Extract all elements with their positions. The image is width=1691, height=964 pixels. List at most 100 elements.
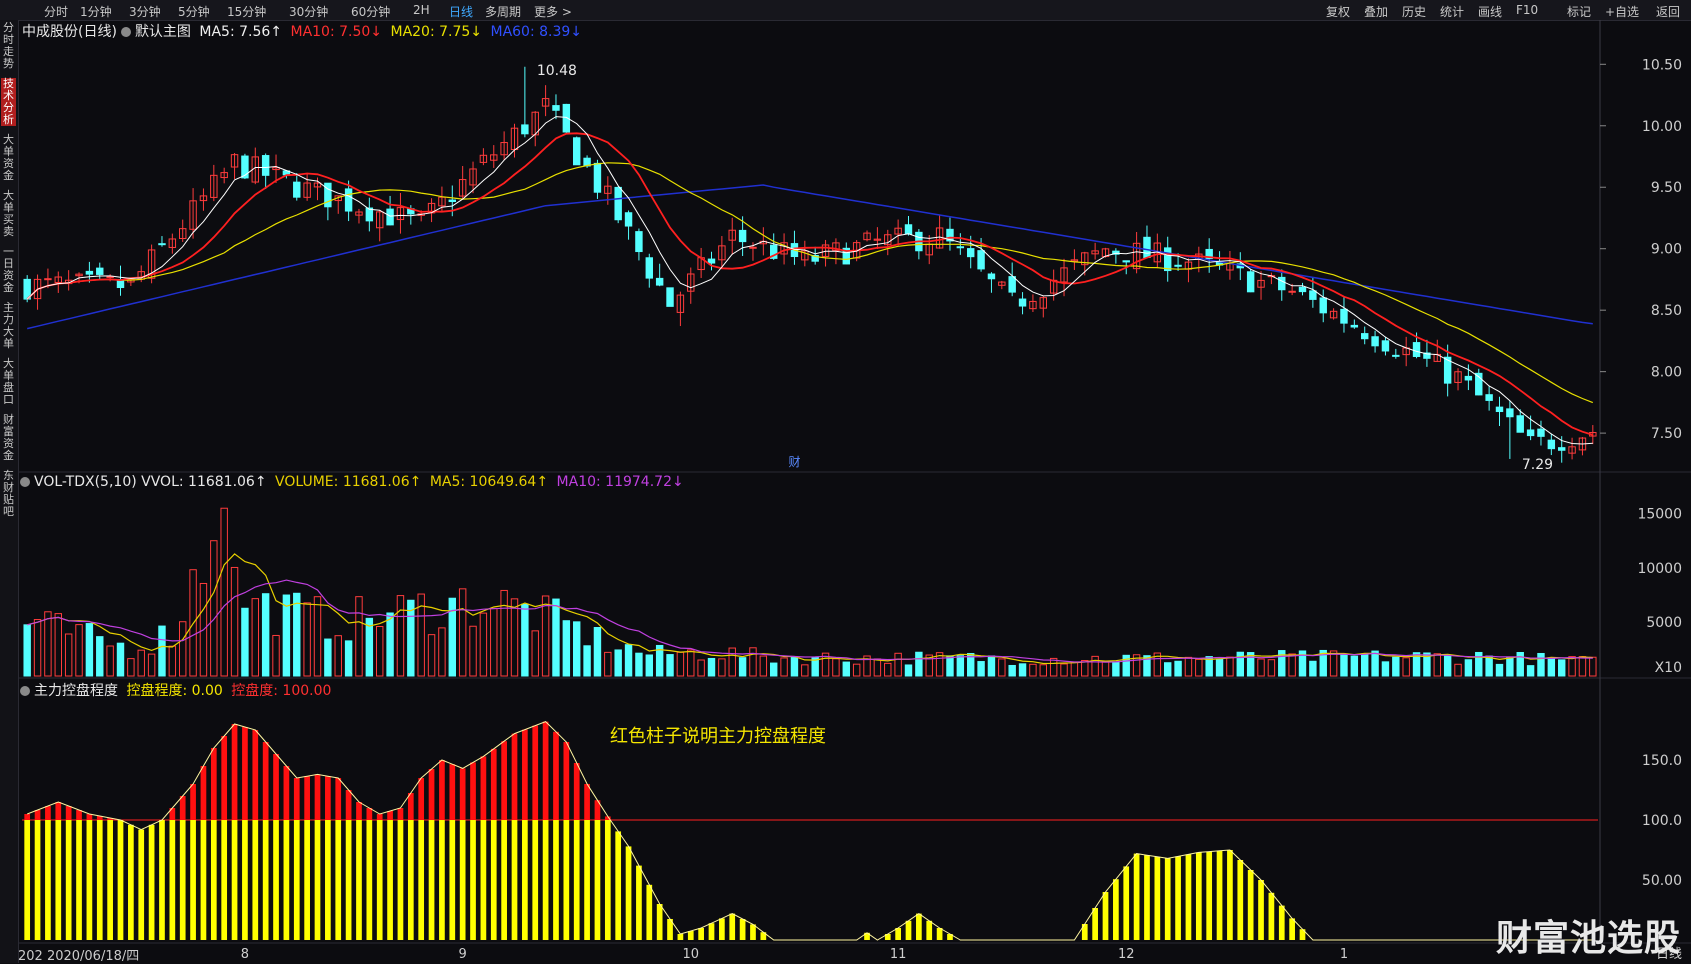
volume-bar	[1174, 660, 1182, 677]
ctrl-bar-yellow	[1185, 854, 1192, 940]
volume-bar	[396, 595, 405, 677]
volume-bar	[801, 664, 809, 677]
ctrl-bar-red	[428, 769, 435, 820]
volume-bar	[1060, 663, 1068, 677]
volume-bar	[1018, 663, 1027, 677]
ctrl-bar-red	[501, 741, 507, 820]
ma60-line	[27, 184, 1593, 330]
candle-body	[977, 250, 985, 270]
volume-bar	[956, 655, 965, 677]
ctrl-bar-yellow	[335, 820, 342, 940]
volume-bar	[1195, 658, 1203, 677]
volume-bar	[1475, 651, 1483, 677]
ctrl-bar-red	[34, 810, 41, 820]
ctrl-bar-yellow	[159, 820, 165, 940]
volume-bar	[572, 621, 581, 677]
vol-tick-label: 5000	[1646, 615, 1682, 631]
ctrl-bar-yellow	[604, 820, 611, 940]
volume-bar	[147, 653, 156, 677]
candle-body	[386, 208, 394, 226]
candle-body	[1298, 286, 1307, 293]
volume-bar	[313, 596, 322, 677]
volume-bar	[178, 621, 187, 677]
volume-bar	[1350, 655, 1359, 677]
collapse-icon[interactable]	[20, 477, 30, 487]
x-tick-label: 10	[682, 947, 699, 962]
cursor-date: 202 2020/06/18/四	[18, 949, 140, 964]
volume-bar	[386, 612, 394, 677]
ctrl-bar-red	[459, 768, 466, 820]
volume-bar	[1039, 664, 1048, 677]
volume-bar	[1091, 655, 1099, 677]
ctrl-bar-red	[480, 756, 487, 820]
volume-bar	[158, 625, 166, 677]
ctrl-bar-yellow	[65, 820, 72, 940]
template-label[interactable]: 默认主图	[135, 24, 191, 40]
ctrl-bar-yellow	[553, 820, 559, 940]
ctrl-bar-red	[190, 784, 196, 820]
candle-body	[1319, 297, 1327, 314]
candle-body	[614, 186, 622, 221]
ctrl-bar-yellow	[439, 820, 445, 940]
ctrl-bar-yellow	[1113, 879, 1119, 940]
candle-body	[1174, 264, 1182, 267]
candle-body	[1288, 290, 1296, 293]
ctrl-bar-yellow	[1289, 918, 1295, 940]
ctrl-bar-yellow	[584, 820, 590, 940]
ctrl-bar-yellow	[594, 820, 601, 940]
candle-body	[1547, 439, 1556, 450]
ctrl-bar-red	[439, 760, 445, 820]
volume-bar	[33, 619, 42, 677]
ctrl-bar-yellow	[24, 820, 31, 940]
volume-bar	[894, 652, 902, 677]
ctrl-bar-yellow	[490, 820, 497, 940]
volume-bar	[1184, 656, 1193, 677]
volume-bar	[873, 658, 882, 677]
ctrl-bar-yellow	[729, 913, 736, 940]
vol-tick-label: 15000	[1637, 507, 1682, 523]
ma5-label: MA5: 7.56↑	[199, 24, 283, 40]
volume-bar	[1485, 655, 1493, 677]
candle-body	[1008, 276, 1016, 293]
candle-body	[261, 155, 270, 176]
volume-bar	[1112, 661, 1120, 677]
ctrl-bar-yellow	[418, 820, 425, 940]
volume-bar	[168, 645, 177, 677]
ctrl-bar-yellow	[314, 820, 321, 940]
volume-bar	[769, 662, 778, 677]
ctrl-bar-red	[86, 814, 93, 820]
volume-bar	[407, 599, 415, 677]
settings-icon[interactable]	[120, 27, 131, 37]
volume-bar	[220, 507, 228, 677]
candle-body	[655, 277, 664, 286]
annotation-text: 红色柱子说明主力控盘程度	[610, 726, 826, 747]
volume-bar	[562, 620, 571, 677]
ctrl-bar-red	[511, 733, 518, 820]
candle-body	[1557, 447, 1566, 451]
volume-bar	[687, 649, 695, 677]
volume-bar	[718, 658, 726, 677]
ctrl-bar-red	[179, 796, 186, 820]
x-tick-label: 8	[241, 947, 249, 962]
volume-bar	[1464, 659, 1473, 677]
volume-bar	[282, 594, 291, 677]
ctrl-bar-yellow	[221, 820, 228, 940]
volume-bar	[1443, 654, 1452, 677]
collapse-icon[interactable]	[20, 686, 30, 696]
volume-bar	[593, 627, 602, 677]
ctrl-bar-yellow	[138, 829, 145, 940]
ctrl-bar-yellow	[325, 820, 331, 940]
ctrl-bar-yellow	[615, 831, 622, 940]
ctrl-bar-yellow	[1206, 851, 1213, 940]
ctrl-bar-yellow	[428, 820, 435, 940]
volume-bar	[1101, 661, 1110, 677]
volume-bar	[604, 651, 612, 677]
ctrl-bar-yellow	[1123, 866, 1130, 940]
ctrl-bar-yellow	[1154, 856, 1161, 940]
ctrl-bar-yellow	[242, 820, 248, 940]
volume-bar	[438, 627, 446, 677]
watermark: 财富池选股	[1495, 918, 1681, 959]
ctrl-bar-yellow	[1144, 855, 1150, 940]
volume-bar	[106, 645, 114, 677]
ctrl-bar-red	[210, 748, 217, 820]
